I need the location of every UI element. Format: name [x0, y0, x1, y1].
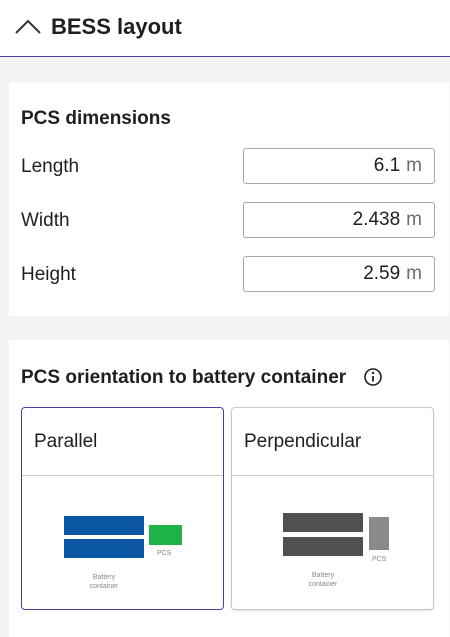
height-input[interactable]: 2.59 m [243, 256, 435, 292]
height-label: Height [21, 264, 76, 285]
battery-block-top [283, 513, 363, 532]
pcs-dimensions-title: PCS dimensions [21, 108, 171, 129]
perpendicular-layout-diagram: PCS Battery container [283, 513, 389, 588]
width-input[interactable]: 2.438 m [243, 202, 435, 238]
pcs-orientation-card: PCS orientation to battery container Par… [9, 340, 449, 637]
option-label-parallel: Parallel [34, 431, 98, 452]
height-value: 2.59 [363, 263, 401, 284]
orientation-option-perpendicular[interactable]: Perpendicular PCS Battery container [231, 407, 434, 610]
option-label-perpendicular: Perpendicular [244, 431, 362, 452]
bess-layout-header[interactable]: BESS layout [0, 0, 450, 57]
pcs-label: PCS [157, 550, 172, 557]
orientation-title: PCS orientation to battery container [21, 367, 347, 388]
battery-block-bottom [283, 537, 363, 556]
battery-label-line1: Battery [312, 572, 335, 579]
length-value: 6.1 [373, 155, 401, 176]
width-label: Width [21, 210, 70, 231]
section-title: BESS layout [51, 14, 182, 39]
battery-block-bottom [64, 539, 144, 558]
pcs-label: PCS [372, 556, 387, 563]
info-icon[interactable] [363, 367, 383, 387]
battery-label-line2: container [90, 583, 119, 590]
orientation-option-parallel[interactable]: Parallel PCS Battery container [21, 407, 224, 610]
battery-label-line1: Battery [93, 574, 116, 581]
length-input[interactable]: 6.1 m [243, 148, 435, 184]
pcs-block [369, 517, 389, 550]
length-label: Length [21, 156, 80, 177]
chevron-up-icon[interactable] [14, 17, 42, 35]
length-unit: m [406, 155, 422, 176]
height-unit: m [406, 263, 422, 284]
battery-label-line2: container [309, 581, 338, 588]
battery-block-top [64, 516, 144, 535]
pcs-dimensions-card: PCS dimensions Length 6.1 m Width 2.438 … [9, 82, 449, 316]
width-value: 2.438 [352, 209, 401, 230]
parallel-layout-diagram: PCS Battery container [64, 516, 182, 590]
width-unit: m [406, 209, 422, 230]
pcs-block [149, 525, 182, 545]
